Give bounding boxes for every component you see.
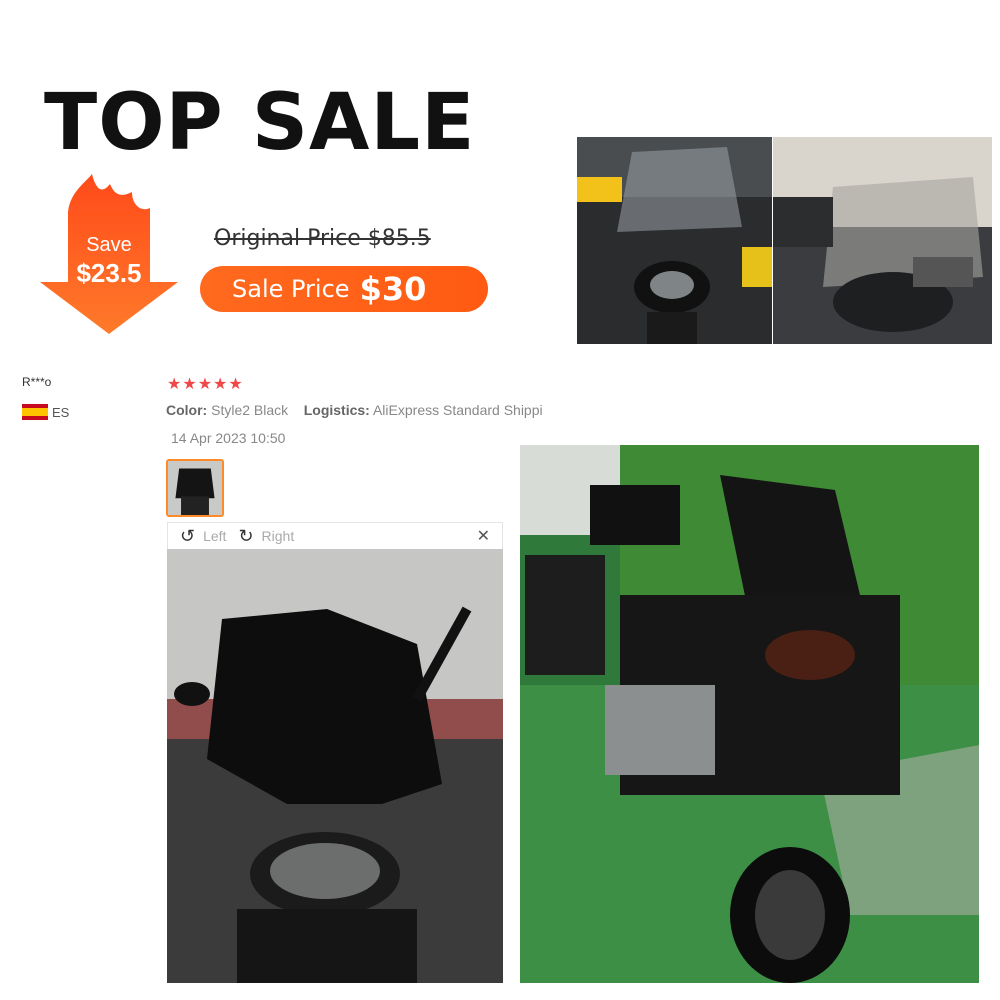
save-amount: $23.5 bbox=[76, 258, 142, 288]
original-price: Original Price $85.5 bbox=[214, 226, 431, 251]
sale-price-pill: Sale Price $30 bbox=[200, 266, 488, 312]
rotate-left-button[interactable]: ↺ Left bbox=[180, 526, 226, 547]
reviewer-country: ES bbox=[22, 404, 69, 420]
save-badge: Save $23.5 bbox=[40, 172, 178, 334]
rotate-left-label: Left bbox=[203, 528, 227, 544]
sale-price-amount: $30 bbox=[359, 270, 427, 308]
save-label: Save bbox=[86, 234, 132, 256]
rotate-right-icon: ↻ bbox=[238, 525, 254, 546]
image-rotate-toolbar: ↺ Left ↻ Right ✕ bbox=[167, 522, 503, 550]
review-photo-large bbox=[167, 549, 503, 983]
flag-spain-icon bbox=[22, 404, 48, 420]
review-photo-bike bbox=[520, 445, 979, 983]
close-icon[interactable]: ✕ bbox=[477, 526, 490, 546]
promo-title: TOP SALE bbox=[44, 78, 476, 168]
review-date: 14 Apr 2023 10:50 bbox=[171, 430, 286, 446]
review-photo-thumbnail[interactable] bbox=[166, 459, 224, 517]
color-key: Color: bbox=[166, 402, 208, 418]
rotate-left-icon: ↺ bbox=[180, 525, 196, 546]
country-code: ES bbox=[52, 404, 70, 420]
review-attributes: Color: Style2 Black Logistics: AliExpres… bbox=[166, 402, 560, 418]
product-photo-1 bbox=[577, 137, 772, 344]
sale-price-label: Sale Price bbox=[232, 275, 350, 303]
rotate-right-button[interactable]: ↻ Right bbox=[238, 526, 294, 547]
color-value: Style2 Black bbox=[211, 402, 289, 418]
rotate-right-label: Right bbox=[261, 528, 295, 544]
product-photo-2 bbox=[773, 137, 992, 344]
logistics-value: AliExpress Standard Shippi bbox=[372, 402, 543, 418]
rating-stars: ★★★★★ bbox=[167, 376, 244, 393]
logistics-key: Logistics: bbox=[303, 402, 370, 418]
reviewer-name: R***o bbox=[22, 375, 52, 389]
